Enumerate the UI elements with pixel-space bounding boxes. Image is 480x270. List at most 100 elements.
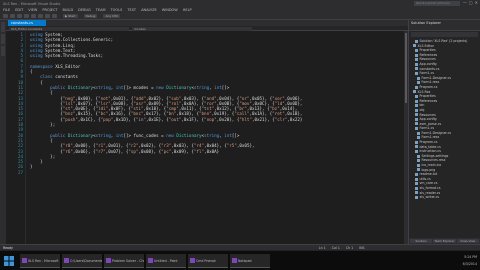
type-dropdown[interactable]: XLS_Editor.constants bbox=[9, 26, 129, 31]
file-icon bbox=[415, 104, 418, 108]
menu-analyze[interactable]: ANALYZE bbox=[141, 8, 157, 12]
file-icon bbox=[415, 71, 418, 75]
menu-tools[interactable]: TOOLS bbox=[111, 8, 123, 12]
file-icon bbox=[415, 150, 418, 154]
status-char: Ch 1 bbox=[345, 245, 354, 250]
system-tray: 5:24 PM 6/3/2014 bbox=[463, 254, 477, 268]
file-icon bbox=[415, 113, 418, 117]
quick-launch-input[interactable]: Quick Launch (Ctrl+Q) bbox=[414, 1, 460, 6]
status-column: Col 1 bbox=[331, 245, 340, 250]
minimize-button[interactable]: — bbox=[463, 0, 467, 5]
line-number: 27 bbox=[17, 169, 23, 175]
maximize-button[interactable]: ▢ bbox=[469, 0, 473, 5]
clock-date: 6/3/2014 bbox=[462, 262, 477, 266]
file-icon bbox=[415, 140, 418, 144]
solution-search-input[interactable] bbox=[411, 32, 478, 37]
config-select[interactable]: Debug bbox=[83, 14, 98, 18]
code-text: {"r6",0x06}, {"r7",0x07}, {"sp",0x08}, {… bbox=[30, 148, 220, 154]
window-controls: — ▢ ✕ bbox=[463, 0, 478, 5]
file-icon bbox=[415, 39, 418, 43]
code-area[interactable]: 1 using System; 2 using System.Collections.… bbox=[10, 32, 302, 175]
file-icon bbox=[415, 127, 418, 131]
file-icon bbox=[417, 76, 420, 80]
file-icon bbox=[415, 117, 418, 121]
taskbar-button[interactable]: Problem Solver - Chrome bbox=[104, 254, 144, 268]
taskbar-button[interactable]: C:\Users\Documents bbox=[62, 254, 102, 268]
taskbar-button[interactable]: Untitled - Paint bbox=[146, 254, 186, 268]
file-icon bbox=[415, 122, 418, 126]
code-text: namespace XLS_Editor bbox=[30, 63, 81, 69]
file-icon bbox=[417, 136, 420, 140]
menu-debug[interactable]: DEBUG bbox=[78, 8, 91, 12]
menu-project[interactable]: PROJECT bbox=[42, 8, 57, 12]
file-icon bbox=[417, 168, 420, 172]
file-icon bbox=[415, 58, 418, 62]
scrollbar-thumb[interactable] bbox=[405, 33, 407, 103]
file-icon bbox=[415, 53, 418, 57]
status-mode: INS bbox=[359, 245, 365, 250]
file-icon bbox=[417, 154, 420, 158]
file-icon bbox=[415, 94, 418, 98]
toolbox-tab[interactable] bbox=[1, 34, 5, 44]
toolbar: ▶ Start Debug Any CPU bbox=[0, 13, 480, 20]
tab-class-view[interactable]: Class View bbox=[456, 239, 479, 243]
member-dropdown[interactable]: mcodes bbox=[132, 26, 252, 31]
code-text: public Dictionary<string, int[]> mcodes … bbox=[50, 84, 230, 90]
taskbar-button[interactable]: XLS Rex - Microsoft bbox=[20, 254, 60, 268]
menu-build[interactable]: BUILD bbox=[63, 8, 74, 12]
tree-item[interactable]: xls_writer.cs bbox=[411, 195, 478, 200]
tab-solution-explorer[interactable]: Solution Explorer bbox=[410, 239, 433, 243]
tree-item-label: xls_writer.cs bbox=[419, 195, 439, 200]
fold-marker bbox=[26, 170, 30, 175]
file-icon bbox=[415, 99, 418, 103]
code-line[interactable]: 27 bbox=[10, 170, 302, 175]
clock-time: 5:24 PM bbox=[464, 255, 477, 259]
title-bar: XLS Rex - Microsoft Visual Studio Quick … bbox=[0, 0, 480, 7]
taskbar-button[interactable]: Cmd Prompt bbox=[188, 254, 228, 268]
taskbar-button[interactable]: Notepad bbox=[230, 254, 270, 268]
start-button[interactable]: ▶ Start bbox=[63, 14, 78, 18]
server-explorer-tab[interactable] bbox=[1, 22, 5, 32]
menu-help[interactable]: HELP bbox=[183, 8, 192, 12]
save-icon[interactable] bbox=[31, 14, 36, 18]
file-icon bbox=[415, 182, 418, 186]
file-icon bbox=[415, 145, 418, 149]
menu-window[interactable]: WINDOW bbox=[162, 8, 178, 12]
redo-icon[interactable] bbox=[52, 14, 57, 18]
file-icon bbox=[415, 186, 418, 190]
menu-view[interactable]: VIEW bbox=[28, 8, 37, 12]
solution-tree: Solution 'XLS Rex' (2 projects) XLS Edito… bbox=[409, 38, 480, 201]
menu-team[interactable]: TEAM bbox=[96, 8, 106, 12]
file-icon bbox=[415, 173, 418, 177]
open-file-icon[interactable] bbox=[24, 14, 29, 18]
tab-team-explorer[interactable]: Team Explorer bbox=[433, 239, 456, 243]
save-all-icon[interactable] bbox=[38, 14, 43, 18]
code-text: {"push",0x1C}, {"pop",0x1D}, {"in",0x1E}… bbox=[30, 116, 303, 122]
file-icon bbox=[415, 177, 418, 181]
undo-icon[interactable] bbox=[45, 14, 50, 18]
data-sources-tab[interactable] bbox=[1, 46, 5, 56]
close-button[interactable]: ✕ bbox=[475, 0, 478, 5]
solution-explorer-panel: Solution Explorer Solution 'XLS Rex' (2 … bbox=[408, 20, 480, 244]
file-icon bbox=[417, 131, 420, 135]
file-icon bbox=[417, 163, 420, 167]
menu-edit[interactable]: EDIT bbox=[15, 8, 23, 12]
file-icon bbox=[417, 159, 420, 163]
code-text: public Dictionary<string, int[]> func_co… bbox=[50, 132, 240, 138]
back-icon[interactable] bbox=[3, 14, 8, 18]
panel-toolbar bbox=[409, 26, 480, 31]
code-text: }; bbox=[30, 122, 56, 128]
file-icon bbox=[415, 67, 418, 71]
new-file-icon[interactable] bbox=[17, 14, 22, 18]
windows-start-icon[interactable] bbox=[2, 254, 16, 268]
file-icon bbox=[415, 62, 418, 66]
code-text: } bbox=[30, 164, 33, 170]
file-icon bbox=[417, 81, 420, 85]
platform-select[interactable]: Any CPU bbox=[103, 14, 121, 18]
status-line: Ln 1 bbox=[318, 245, 326, 250]
menu-file[interactable]: FILE bbox=[3, 8, 10, 12]
code-editor[interactable]: 1 using System; 2 using System.Collections.… bbox=[6, 31, 408, 244]
forward-icon[interactable] bbox=[10, 14, 15, 18]
menu-test[interactable]: TEST bbox=[127, 8, 136, 12]
file-icon bbox=[415, 85, 418, 89]
